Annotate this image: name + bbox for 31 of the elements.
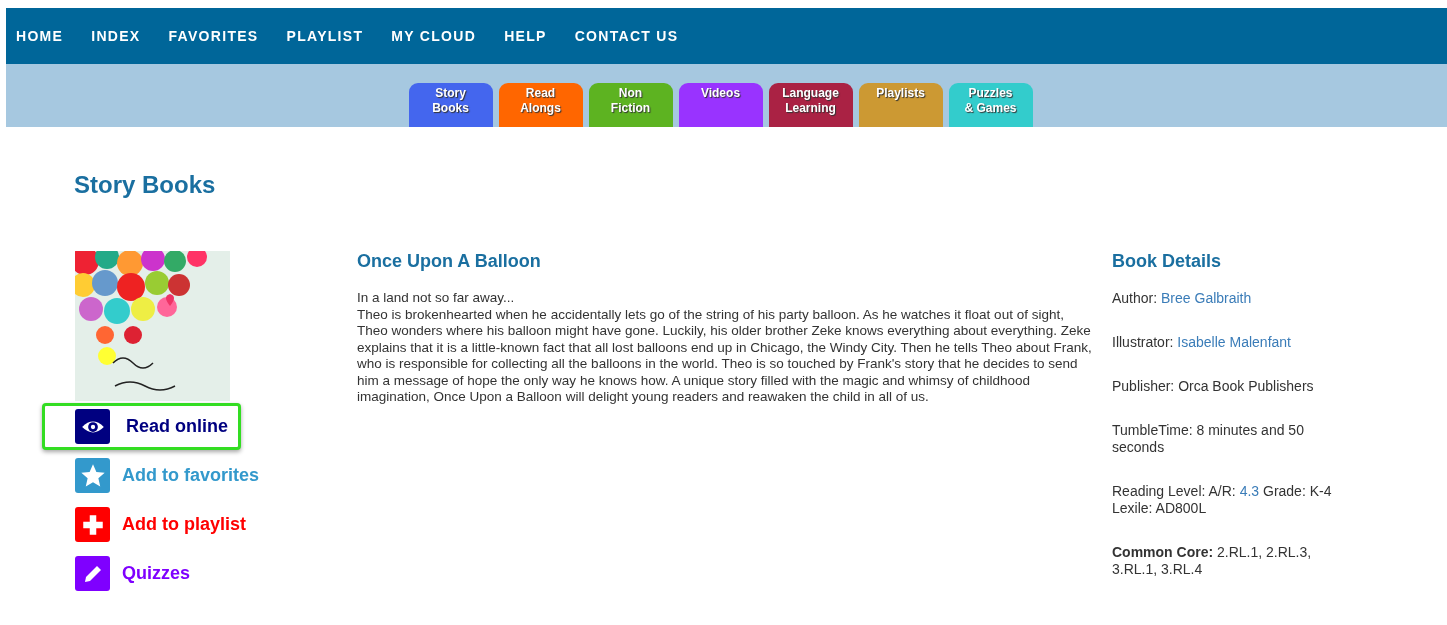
nav-link[interactable]: INDEX [91,28,141,44]
detail-link[interactable]: Isabelle Malenfant [1177,334,1291,350]
category-tab[interactable]: Story Books [408,83,493,127]
detail-link[interactable]: 4.3 [1239,483,1260,499]
nav-link[interactable]: PLAYLIST [286,28,364,44]
category-tab[interactable]: Playlists [858,83,943,127]
category-tab[interactable]: Videos [678,83,763,127]
action-link[interactable]: Quizzes [72,550,204,597]
detail-text: Common Core: 2.RL.1, 2.RL.3, 3.RL.1, 3.RL.4 [1112,544,1313,578]
detail-text: TumbleTime: 8 minutes and 50 seconds [1112,422,1305,456]
category-tab[interactable]: Language Learning [768,83,853,127]
nav-link[interactable]: HOME [16,28,64,44]
category-tab[interactable]: Read Alongs [498,83,583,127]
book-description: Theo is brokenhearted when he accidentally lets go of the string of his party balloon. As he watches it float out of sight, Theo wonders where his balloon might have gone. Luckily, his older brother Zeke knows everything about everything. Zeke explains that it is a little-known fact that all lost balloons end up in Chicago, the Windy City. Then he tells Theo about Frank, who is responsible for collecting all the balloons in the world. Theo is so touched by Frank's story that he decides to send him a message of hope the only way he knows how. A unique story filled with the magic and whimsy of childhood imagination, Once Upon a Balloon will delight young readers and reawaken the child in all of us. [357,306,1092,406]
action-link[interactable]: Add to favorites [72,452,272,499]
detail-text: Illustrator: Isabelle Malenfant [1112,334,1292,351]
details-heading: Book Details [1112,251,1223,272]
nav-link[interactable]: MY CLOUD [391,28,477,44]
category-tab[interactable]: Non Fiction [588,83,673,127]
page-title: Story Books [74,171,217,199]
action-link[interactable]: Read online [42,403,241,450]
book-description: In a land not so far away... [357,290,516,307]
book-title: Once Upon A Balloon [357,251,542,272]
nav-link[interactable]: CONTACT US [574,28,679,44]
detail-text: Reading Level: A/R: 4.3 Grade: K-4 Lexile: AD800L [1112,483,1333,517]
nav-link[interactable]: FAVORITES [168,28,259,44]
nav-link[interactable]: HELP [504,28,547,44]
action-link[interactable]: Add to playlist [72,501,259,548]
detail-link[interactable]: Bree Galbraith [1161,290,1252,306]
detail-text: Author: Bree Galbraith [1112,290,1253,307]
detail-text: Publisher: Orca Book Publishers [1112,378,1315,395]
